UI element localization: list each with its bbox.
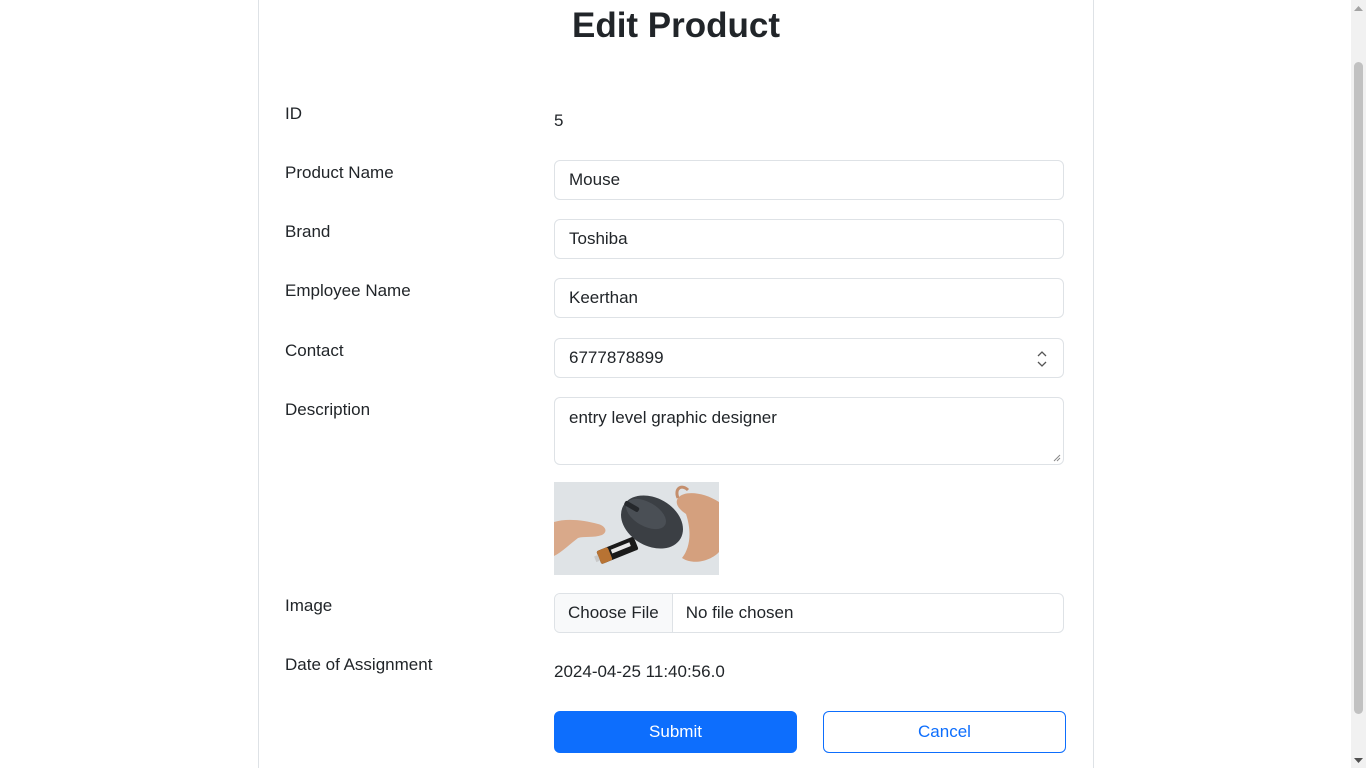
date-of-assignment-value: 2024-04-25 11:40:56.0 [554, 662, 725, 681]
contact-value: 6777878899 [569, 348, 664, 367]
product-name-label: Product Name [285, 163, 394, 182]
resize-grip-icon[interactable] [1053, 454, 1061, 462]
brand-label: Brand [285, 222, 331, 241]
edit-product-card: Edit Product [258, 0, 1094, 768]
description-label: Description [285, 400, 371, 419]
product-name-input[interactable]: Mouse [554, 160, 1064, 200]
brand-input[interactable]: Toshiba [554, 219, 1064, 259]
vertical-scrollbar[interactable] [1351, 0, 1366, 768]
scroll-up-icon[interactable] [1351, 0, 1366, 15]
image-file-input[interactable]: Choose File No file chosen [554, 593, 1064, 633]
id-label: ID [285, 104, 302, 123]
scroll-down-icon[interactable] [1351, 753, 1366, 768]
description-textarea[interactable]: entry level graphic designer [554, 397, 1064, 465]
number-spinner-icon[interactable] [1037, 349, 1047, 369]
brand-value: Toshiba [569, 229, 628, 248]
file-status-text: No file chosen [685, 603, 794, 622]
description-value: entry level graphic designer [569, 408, 777, 427]
image-label: Image [285, 596, 333, 615]
product-image-preview [554, 482, 719, 575]
contact-label: Contact [285, 341, 344, 360]
id-value: 5 [554, 111, 564, 130]
choose-file-button[interactable]: Choose File [555, 594, 673, 632]
page: Edit Product ID 5 Product Name Mouse Bra… [0, 0, 1366, 768]
product-name-value: Mouse [569, 170, 621, 189]
page-title: Edit Product [571, 6, 781, 45]
cancel-button[interactable]: Cancel [823, 711, 1066, 753]
date-of-assignment-label: Date of Assignment [285, 655, 433, 674]
submit-button[interactable]: Submit [554, 711, 797, 753]
contact-input[interactable]: 6777878899 [554, 338, 1064, 378]
employee-name-input[interactable]: Keerthan [554, 278, 1064, 318]
mouse-photo-icon [554, 482, 719, 575]
employee-name-label: Employee Name [285, 281, 411, 300]
employee-name-value: Keerthan [569, 288, 638, 307]
scrollbar-thumb[interactable] [1354, 62, 1363, 714]
